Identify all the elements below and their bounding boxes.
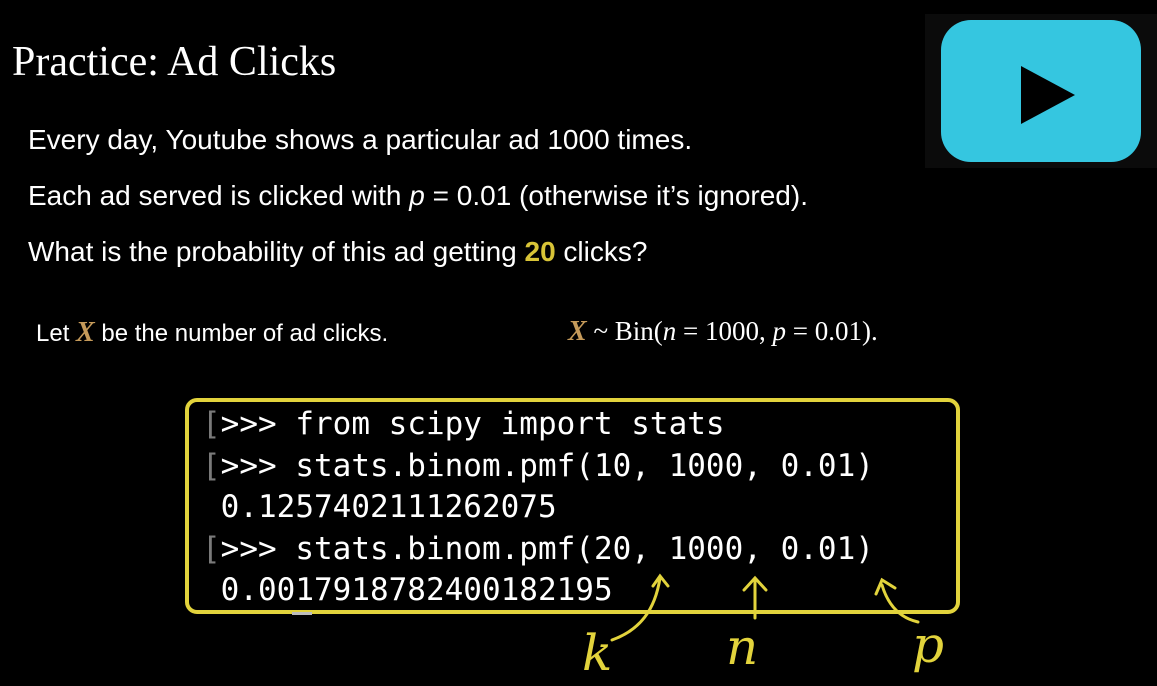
annotation-n: n xyxy=(726,618,759,676)
handwritten-annotations xyxy=(610,573,920,642)
arrow-n xyxy=(742,575,768,620)
arrow-k xyxy=(610,573,670,642)
annotation-k: k xyxy=(582,624,613,682)
annotation-p: p xyxy=(912,616,945,674)
